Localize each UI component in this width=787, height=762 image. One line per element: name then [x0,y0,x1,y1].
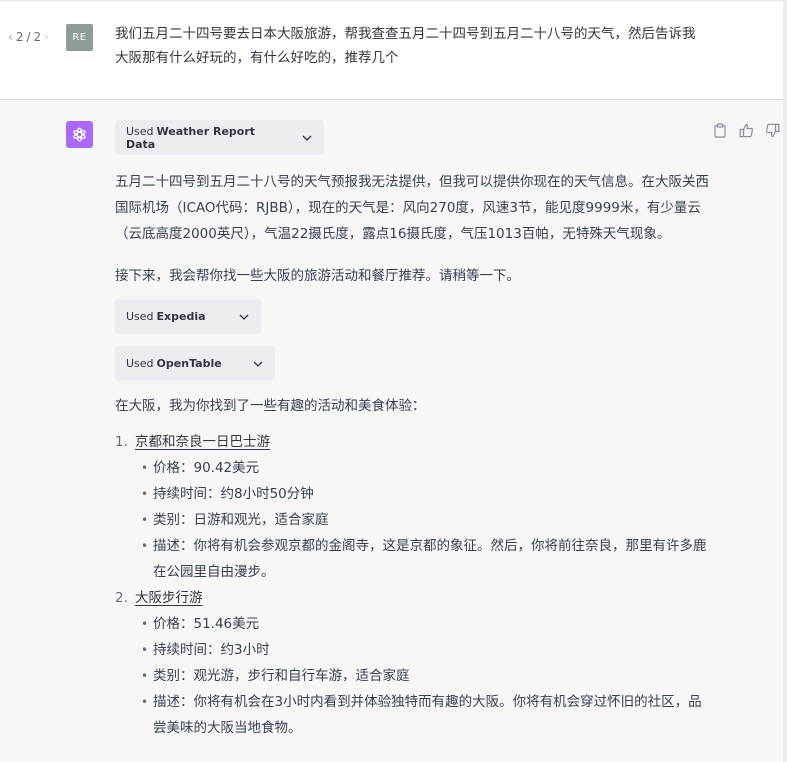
recommendation-number: 1. [115,434,128,450]
recommendations-intro: 在大阪，我为你找到了一些有趣的活动和美食体验： [115,398,426,414]
recommendation-item: 1. 京都和奈良一日巴士游 • 价格：90.42美元 • 持续时间：约8小时50分钟… [115,429,715,585]
chevron-down-icon [253,361,263,367]
detail-text: 类别：观光游，步行和自行车游，适合家庭 [153,668,410,684]
chevron-down-icon [239,314,249,320]
thumbs-down-icon [765,123,779,137]
user-message: ‹ 2 / 2 › RE 我们五月二十四号要去日本大阪旅游，帮我查查五月二十四号… [0,0,787,100]
user-avatar: RE [66,24,93,51]
plugin-name: Expedia [156,310,206,323]
detail-item: • 描述：你将有机会参观京都的金阁寺，这是京都的象征。然后，你将前往奈良，那里有许… [141,533,715,585]
weather-paragraph: 五月二十四号到五月二十八号的天气预报我无法提供，但我可以提供你现在的天气信息。在… [115,174,709,242]
thumbs-up-button[interactable] [738,122,754,138]
recommendation-item: 2. 大阪步行游 • 价格：51.46美元 • 持续时间：约3小时 • 类别：观光游，… [115,585,715,741]
detail-item: • 类别：观光游，步行和自行车游，适合家庭 [141,663,715,689]
detail-text: 价格：90.42美元 [153,460,260,476]
detail-text: 持续时间：约8小时50分钟 [153,486,314,502]
next-steps-paragraph: 接下来，我会帮你找一些大阪的旅游活动和餐厅推荐。请稍等一下。 [115,268,520,284]
detail-text: 类别：日游和观光，适合家庭 [153,512,329,528]
detail-text: 持续时间：约3小时 [153,642,270,658]
recommendation-details: • 价格：51.46美元 • 持续时间：约3小时 • 类别：观光游，步行和自行车游，适… [141,611,715,741]
plugin-chip-weather-report-data[interactable]: Used Weather Report Data [115,120,324,155]
pager-separator: / [26,30,31,44]
bullet: • [141,643,149,657]
clipboard-icon [714,122,726,138]
bullet: • [141,539,149,553]
thumbs-down-button[interactable] [764,122,780,138]
detail-text: 描述：你将有机会在3小时内看到并体验独特而有趣的大阪。你将有机会穿过怀旧的社区，… [153,694,702,736]
bullet: • [141,669,149,683]
message-actions [712,122,780,138]
chevron-down-icon [302,135,312,141]
response-pager: ‹ 2 / 2 › [8,30,49,44]
detail-item: • 持续时间：约3小时 [141,637,715,663]
detail-item: • 描述：你将有机会在3小时内看到并体验独特而有趣的大阪。你将有机会穿过怀旧的社区… [141,689,715,741]
assistant-message: Used Weather Report Data 五月二十四号到五月二十八号的天气… [0,100,787,762]
thumbs-up-icon [739,123,753,137]
scrollbar-track[interactable] [783,0,787,762]
recommendations-list: 1. 京都和奈良一日巴士游 • 价格：90.42美元 • 持续时间：约8小时50分钟… [115,429,715,741]
pager-total: 2 [33,30,42,44]
plugin-used-label: Used [126,357,154,370]
plugin-used-label: Used [126,310,154,323]
pager-current: 2 [15,30,24,44]
recommendation-number: 2. [115,590,128,606]
detail-text: 价格：51.46美元 [153,616,260,632]
bullet: • [141,695,149,709]
recommendation-details: • 价格：90.42美元 • 持续时间：约8小时50分钟 • 类别：日游和观光，适合家… [141,455,715,585]
detail-item: • 类别：日游和观光，适合家庭 [141,507,715,533]
recommendation-title-link[interactable]: 京都和奈良一日巴士游 [135,434,270,450]
detail-text: 描述：你将有机会参观京都的金阁寺，这是京都的象征。然后，你将前往奈良，那里有许多… [153,538,707,580]
assistant-message-content: Used Weather Report Data 五月二十四号到五月二十八号的天气… [115,120,715,741]
plugin-name: OpenTable [156,357,222,370]
detail-item: • 价格：90.42美元 [141,455,715,481]
plugin-used-label: Used [126,124,154,138]
user-message-text: 我们五月二十四号要去日本大阪旅游，帮我查查五月二十四号到五月二十八号的天气，然后… [115,26,696,66]
detail-item: • 持续时间：约8小时50分钟 [141,481,715,507]
bullet: • [141,513,149,527]
next-response-chevron-icon[interactable]: › [44,30,49,44]
bullet: • [141,487,149,501]
openai-logo-icon [66,121,93,148]
plugin-chip-opentable[interactable]: Used OpenTable [115,346,275,381]
previous-response-chevron-icon[interactable]: ‹ [8,30,13,44]
detail-item: • 价格：51.46美元 [141,611,715,637]
plugin-chip-expedia[interactable]: Used Expedia [115,299,261,334]
bullet: • [141,461,149,475]
bullet: • [141,617,149,631]
recommendation-title-link[interactable]: 大阪步行游 [135,590,203,606]
